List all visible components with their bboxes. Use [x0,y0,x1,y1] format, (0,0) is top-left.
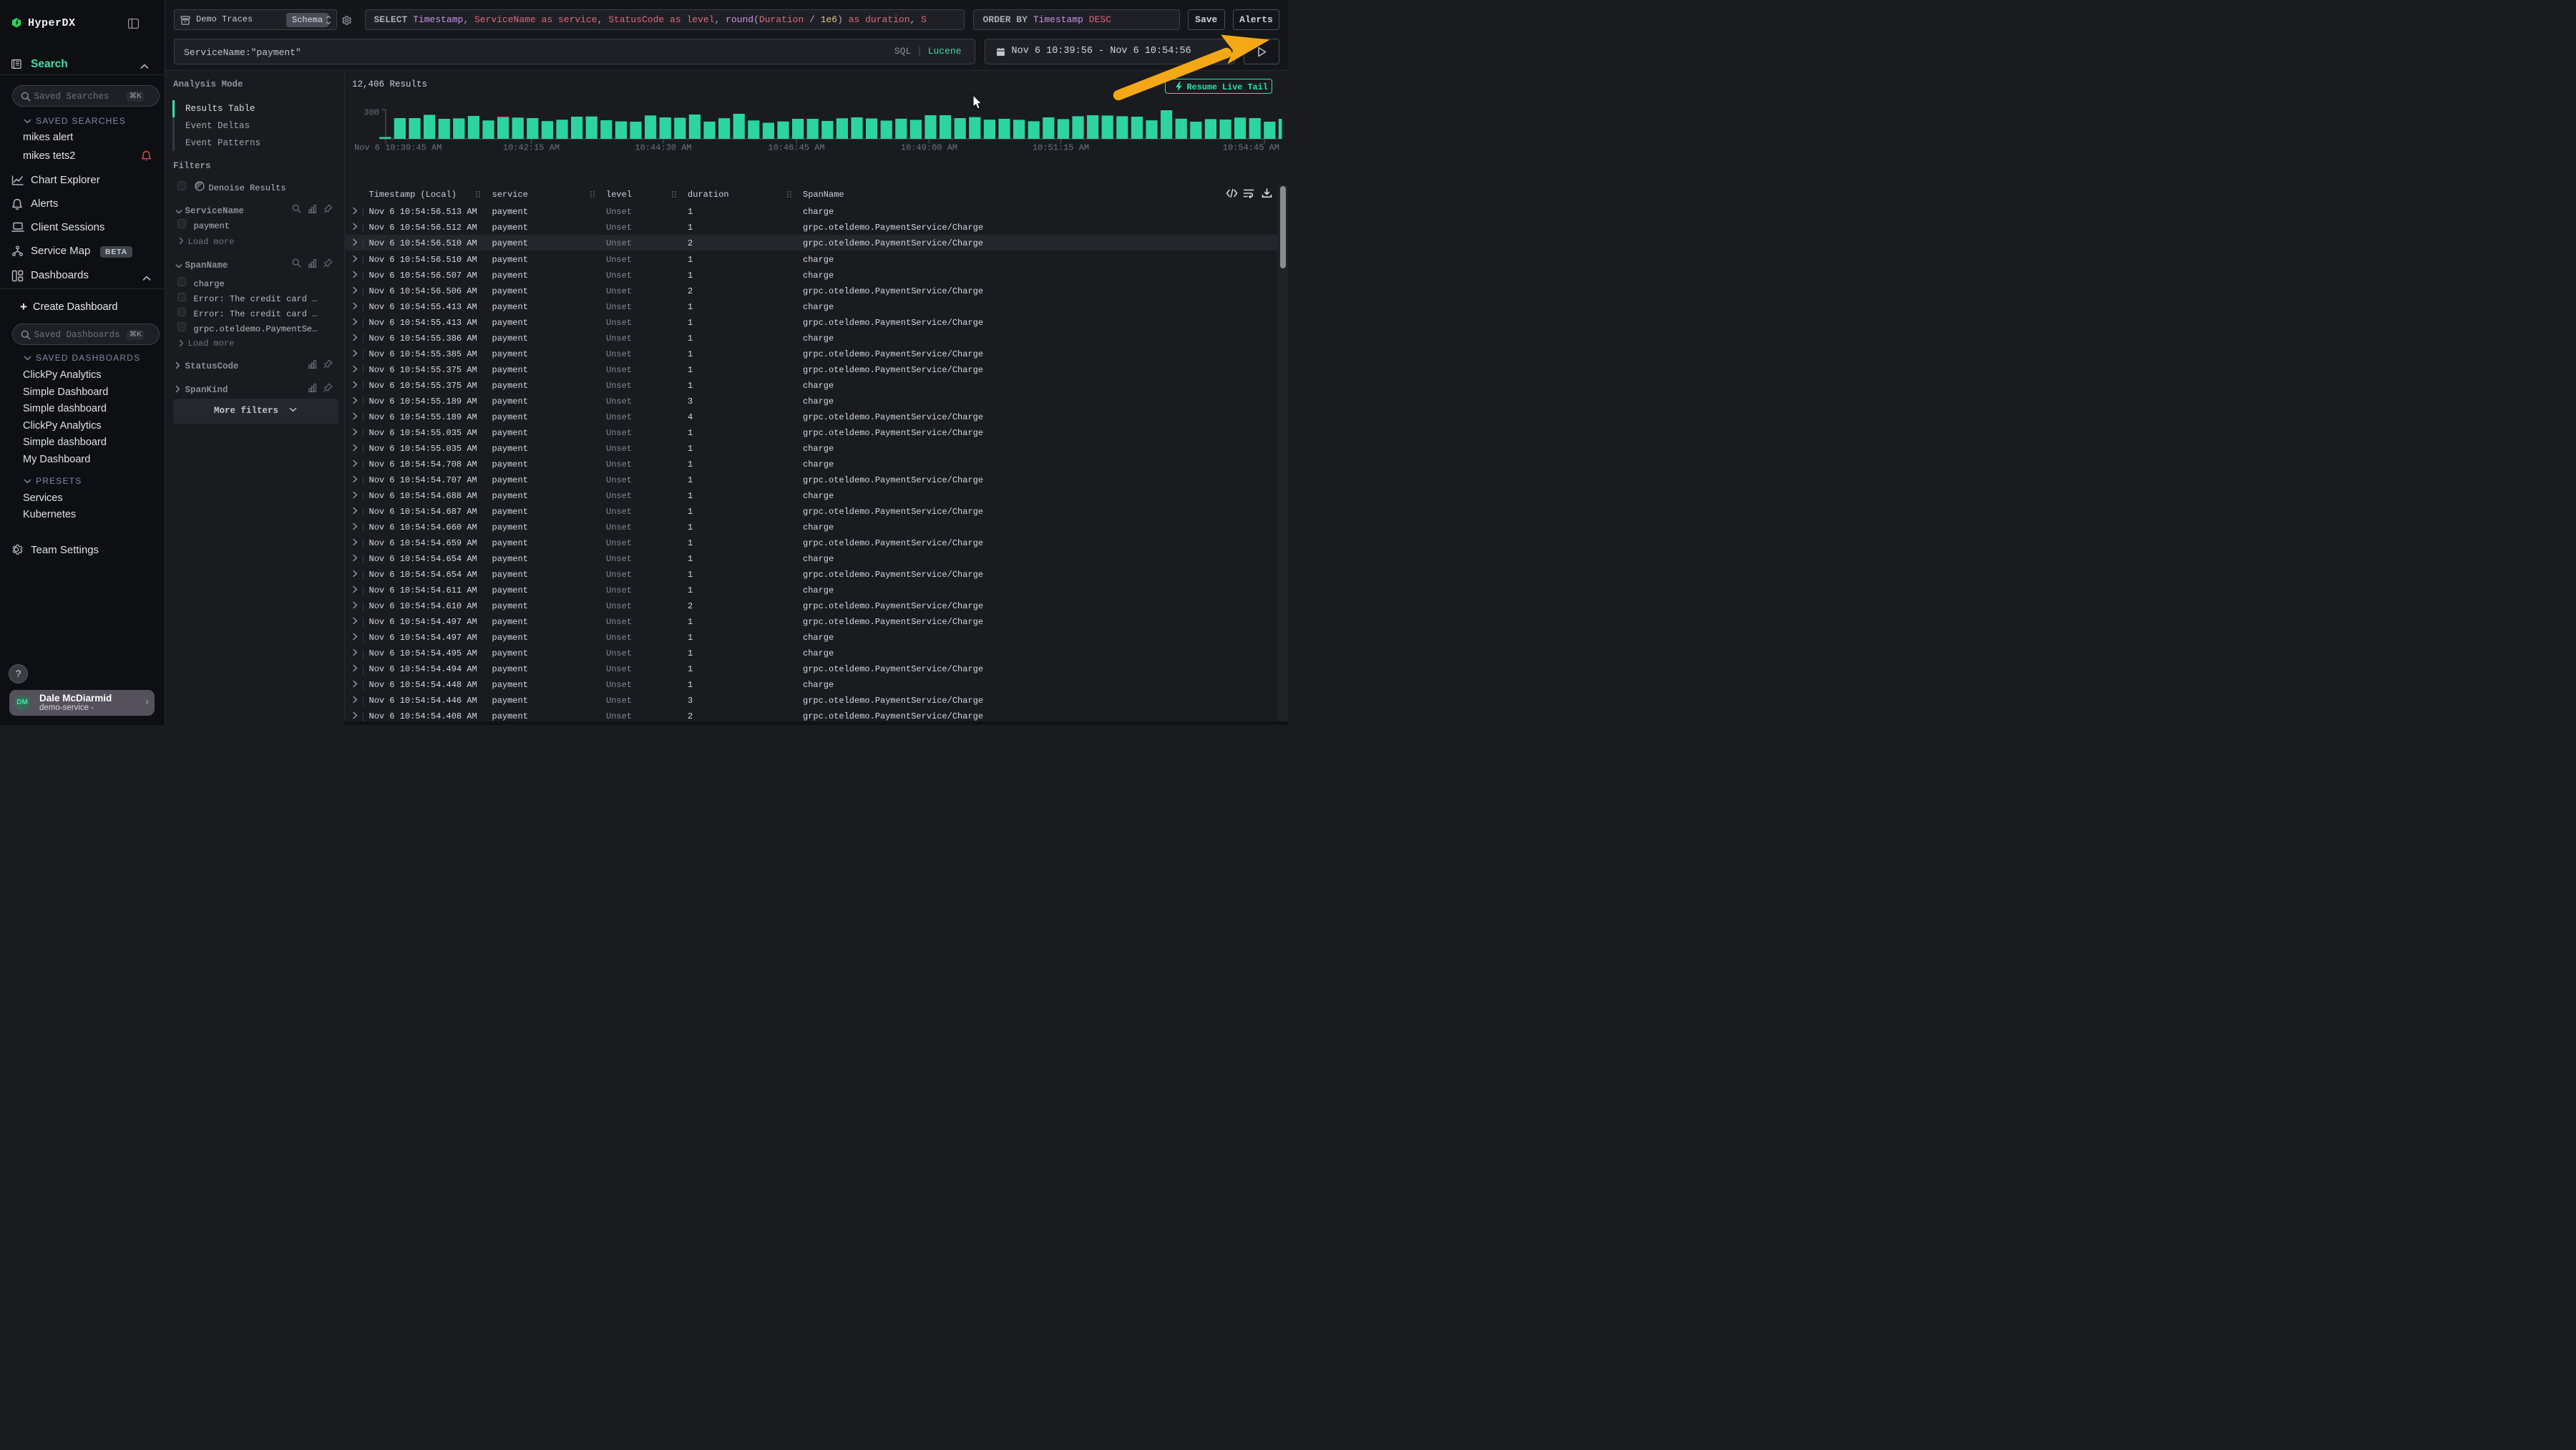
svg-text:10:54:45 AM: 10:54:45 AM [1223,143,1279,153]
svg-text:10:44:30 AM: 10:44:30 AM [635,143,691,153]
svg-text:300: 300 [364,108,379,118]
svg-text:10:42:15 AM: 10:42:15 AM [503,143,560,153]
svg-text:10:46:45 AM: 10:46:45 AM [768,143,824,153]
svg-text:10:49:00 AM: 10:49:00 AM [901,143,957,153]
svg-text:10:51:15 AM: 10:51:15 AM [1033,143,1089,153]
svg-text:Nov 6 10:39:45 AM: Nov 6 10:39:45 AM [354,143,441,153]
